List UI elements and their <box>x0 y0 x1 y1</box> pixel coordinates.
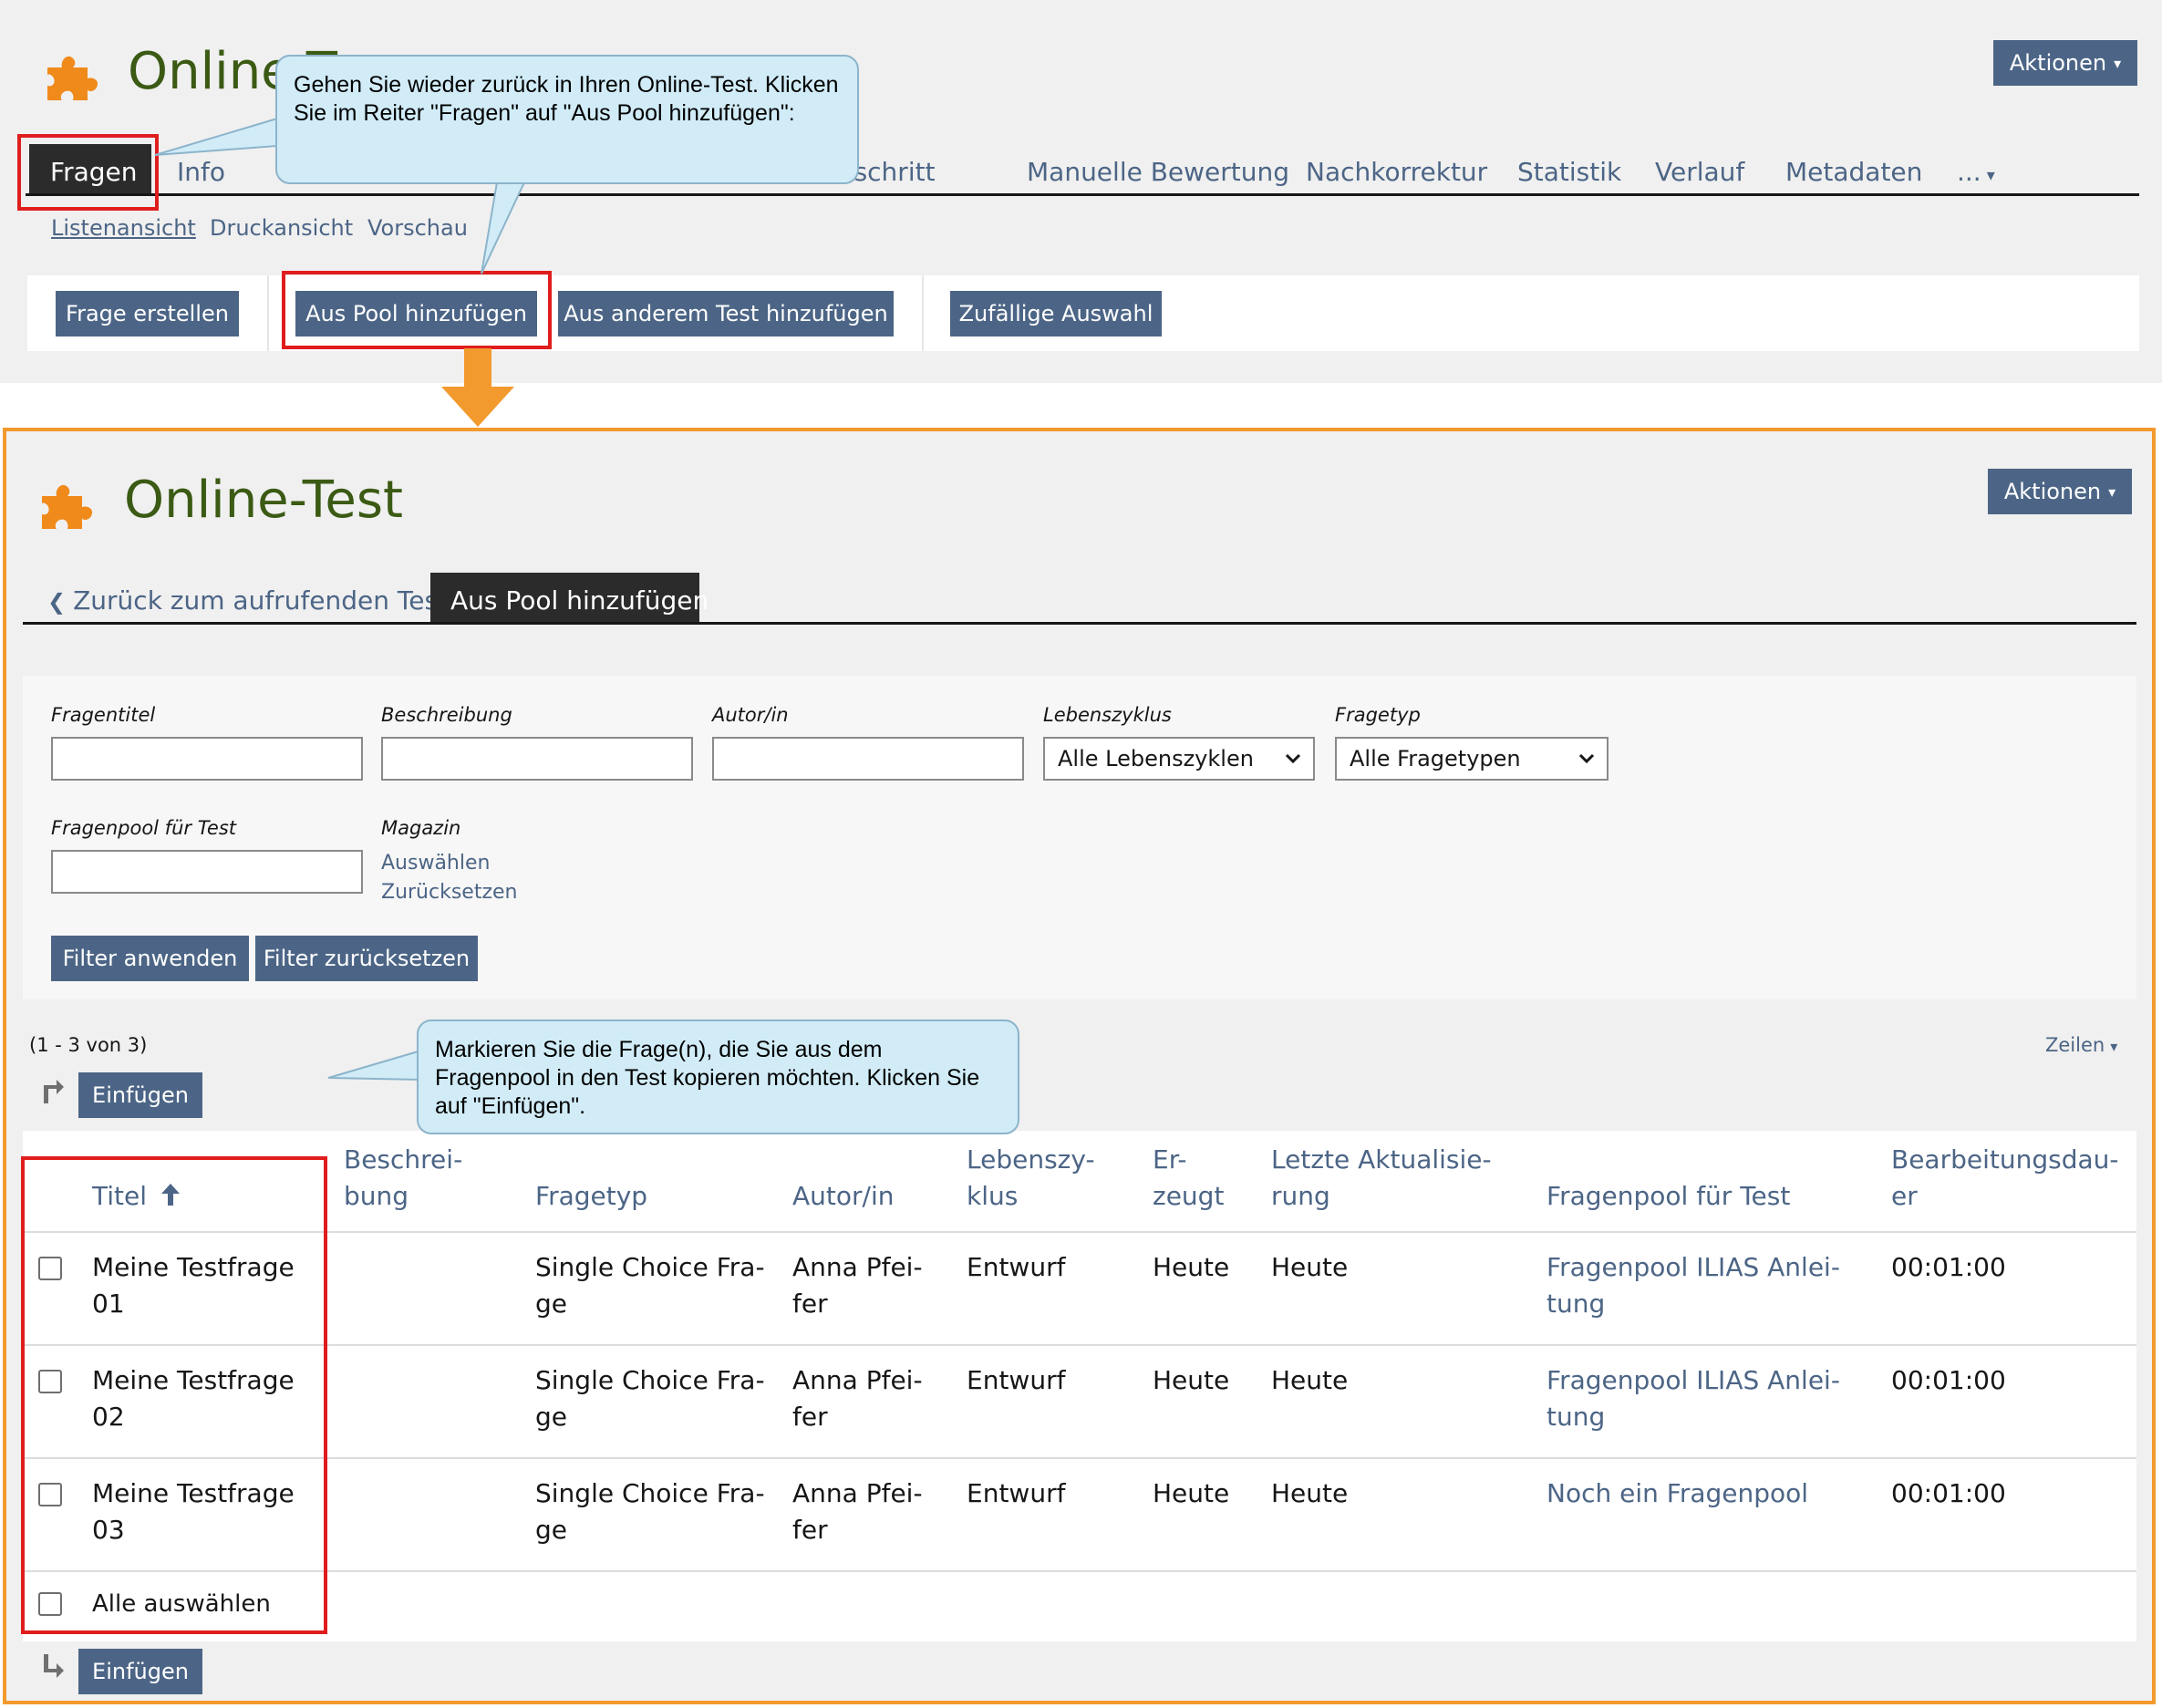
cell-fragenpool-link[interactable]: tung <box>1547 1399 1605 1435</box>
header-aktualisierung-2[interactable]: rung <box>1271 1178 1330 1215</box>
cell-fragetyp: ge <box>535 1289 567 1319</box>
cell-fragetyp: Single Choice Fra- <box>535 1252 765 1282</box>
cell-aktualisiert: Heute <box>1271 1365 1349 1395</box>
header-beschreibung-2[interactable]: bung <box>344 1178 409 1215</box>
magazin-zuruecksetzen-link[interactable]: Zurücksetzen <box>381 881 518 904</box>
fragenpool-input[interactable] <box>51 850 363 894</box>
header-lebenszyklus-1[interactable]: Lebenszy- <box>967 1142 1095 1178</box>
cell-dauer: 00:01:00 <box>1891 1252 2006 1282</box>
row-divider <box>23 1570 2136 1572</box>
cell-fragetyp: Single Choice Fra- <box>535 1365 765 1395</box>
lebenszyklus-value: Alle Lebenszyklen <box>1058 746 1254 771</box>
filter-zuruecksetzen-button[interactable]: Filter zurücksetzen <box>255 936 478 981</box>
row-divider <box>23 1344 2136 1346</box>
puzzle-icon <box>42 484 93 529</box>
row-divider <box>23 1231 2136 1233</box>
header-dauer-2[interactable]: er <box>1891 1178 1918 1215</box>
cell-lebenszyklus: Entwurf <box>967 1365 1066 1395</box>
cell-autor: fer <box>792 1289 828 1319</box>
label-fragenpool: Fragenpool für Test <box>51 817 237 839</box>
magazin-auswaehlen-link[interactable]: Auswählen <box>381 852 490 875</box>
header-fragetyp[interactable]: Fragetyp <box>535 1178 647 1215</box>
cell-aktualisiert: Heute <box>1271 1478 1349 1508</box>
back-link[interactable]: ❮ Zurück zum aufrufenden Test <box>47 585 448 616</box>
header-erzeugt-2[interactable]: zeugt <box>1153 1178 1224 1215</box>
cell-fragenpool-link[interactable]: Noch ein Fragenpool <box>1547 1475 1808 1512</box>
beschreibung-input[interactable] <box>381 737 693 781</box>
callout-top: Gehen Sie wieder zurück in Ihren Online-… <box>275 55 859 184</box>
actions-label: Aktionen <box>2003 479 2102 504</box>
page-title: Online-Test <box>124 471 403 530</box>
cell-dauer: 00:01:00 <box>1891 1478 2006 1508</box>
cell-erzeugt: Heute <box>1153 1365 1230 1395</box>
label-lebenszyklus: Lebenszyklus <box>1043 704 1172 726</box>
cell-autor: Anna Pfei- <box>792 1252 923 1282</box>
cell-fragenpool-link[interactable]: Fragenpool ILIAS Anlei- <box>1547 1249 1840 1286</box>
cell-autor: Anna Pfei- <box>792 1365 923 1395</box>
cell-fragenpool-link[interactable]: tung <box>1547 1286 1605 1322</box>
rows-menu[interactable]: Zeilen ▾ <box>2045 1034 2117 1056</box>
actions-button[interactable]: Aktionen ▾ <box>1988 469 2132 514</box>
highlight-title-column <box>21 1156 327 1634</box>
cell-fragetyp: Single Choice Fra- <box>535 1478 765 1508</box>
row-divider <box>23 1457 2136 1459</box>
cell-erzeugt: Heute <box>1153 1478 1230 1508</box>
label-beschreibung: Beschreibung <box>381 704 512 726</box>
callout-bottom: Markieren Sie die Frage(n), die Sie aus … <box>417 1020 1019 1134</box>
fragentitel-input[interactable] <box>51 737 363 781</box>
label-fragentitel: Fragentitel <box>51 704 156 726</box>
header-aktualisierung-1[interactable]: Letzte Aktualisie- <box>1271 1142 1492 1178</box>
cell-autor: fer <box>792 1402 828 1432</box>
header-fragenpool[interactable]: Fragenpool für Test <box>1547 1178 1790 1215</box>
autor-input[interactable] <box>712 737 1024 781</box>
cell-autor: fer <box>792 1515 828 1545</box>
callout-pointer <box>327 1049 422 1082</box>
label-fragetyp: Fragetyp <box>1335 704 1421 726</box>
cell-erzeugt: Heute <box>1153 1252 1230 1282</box>
fragetyp-value: Alle Fragetypen <box>1350 746 1521 771</box>
tab-underline <box>23 622 2136 625</box>
cell-aktualisiert: Heute <box>1271 1252 1349 1282</box>
arrow-down-icon <box>441 348 514 427</box>
back-link-label: Zurück zum aufrufenden Test <box>73 585 449 616</box>
cell-lebenszyklus: Entwurf <box>967 1252 1066 1282</box>
cell-lebenszyklus: Entwurf <box>967 1478 1066 1508</box>
cell-fragenpool-link[interactable]: Fragenpool ILIAS Anlei- <box>1547 1362 1840 1399</box>
cell-fragetyp: ge <box>535 1402 567 1432</box>
header-erzeugt-1[interactable]: Er- <box>1153 1142 1187 1178</box>
caret-down-icon: ▾ <box>2110 1038 2118 1055</box>
chevron-left-icon: ❮ <box>47 589 67 615</box>
chevron-down-icon <box>1578 753 1595 764</box>
tab-aus-pool-hinzufuegen[interactable]: Aus Pool hinzufügen <box>450 585 709 616</box>
bottom-insert-bar <box>23 1641 2136 1700</box>
header-lebenszyklus-2[interactable]: klus <box>967 1178 1018 1215</box>
header-beschreibung-1[interactable]: Beschrei- <box>344 1142 462 1178</box>
header-dauer-1[interactable]: Bearbeitungsdau- <box>1891 1142 2119 1178</box>
header-autor[interactable]: Autor/in <box>792 1178 894 1215</box>
arrow-turn-down-icon <box>44 1654 64 1678</box>
label-autor: Autor/in <box>712 704 789 726</box>
fragetyp-select[interactable]: Alle Fragetypen <box>1335 737 1609 781</box>
lebenszyklus-select[interactable]: Alle Lebenszyklen <box>1043 737 1315 781</box>
filter-anwenden-button[interactable]: Filter anwenden <box>51 936 249 981</box>
chevron-down-icon <box>1285 753 1301 764</box>
rows-menu-label: Zeilen <box>2045 1034 2105 1056</box>
cell-dauer: 00:01:00 <box>1891 1365 2006 1395</box>
caret-down-icon: ▾ <box>2108 482 2116 501</box>
cell-fragetyp: ge <box>535 1515 567 1545</box>
label-magazin: Magazin <box>381 817 461 839</box>
cell-autor: Anna Pfei- <box>792 1478 923 1508</box>
einfuegen-button-bottom[interactable]: Einfügen <box>78 1649 202 1694</box>
